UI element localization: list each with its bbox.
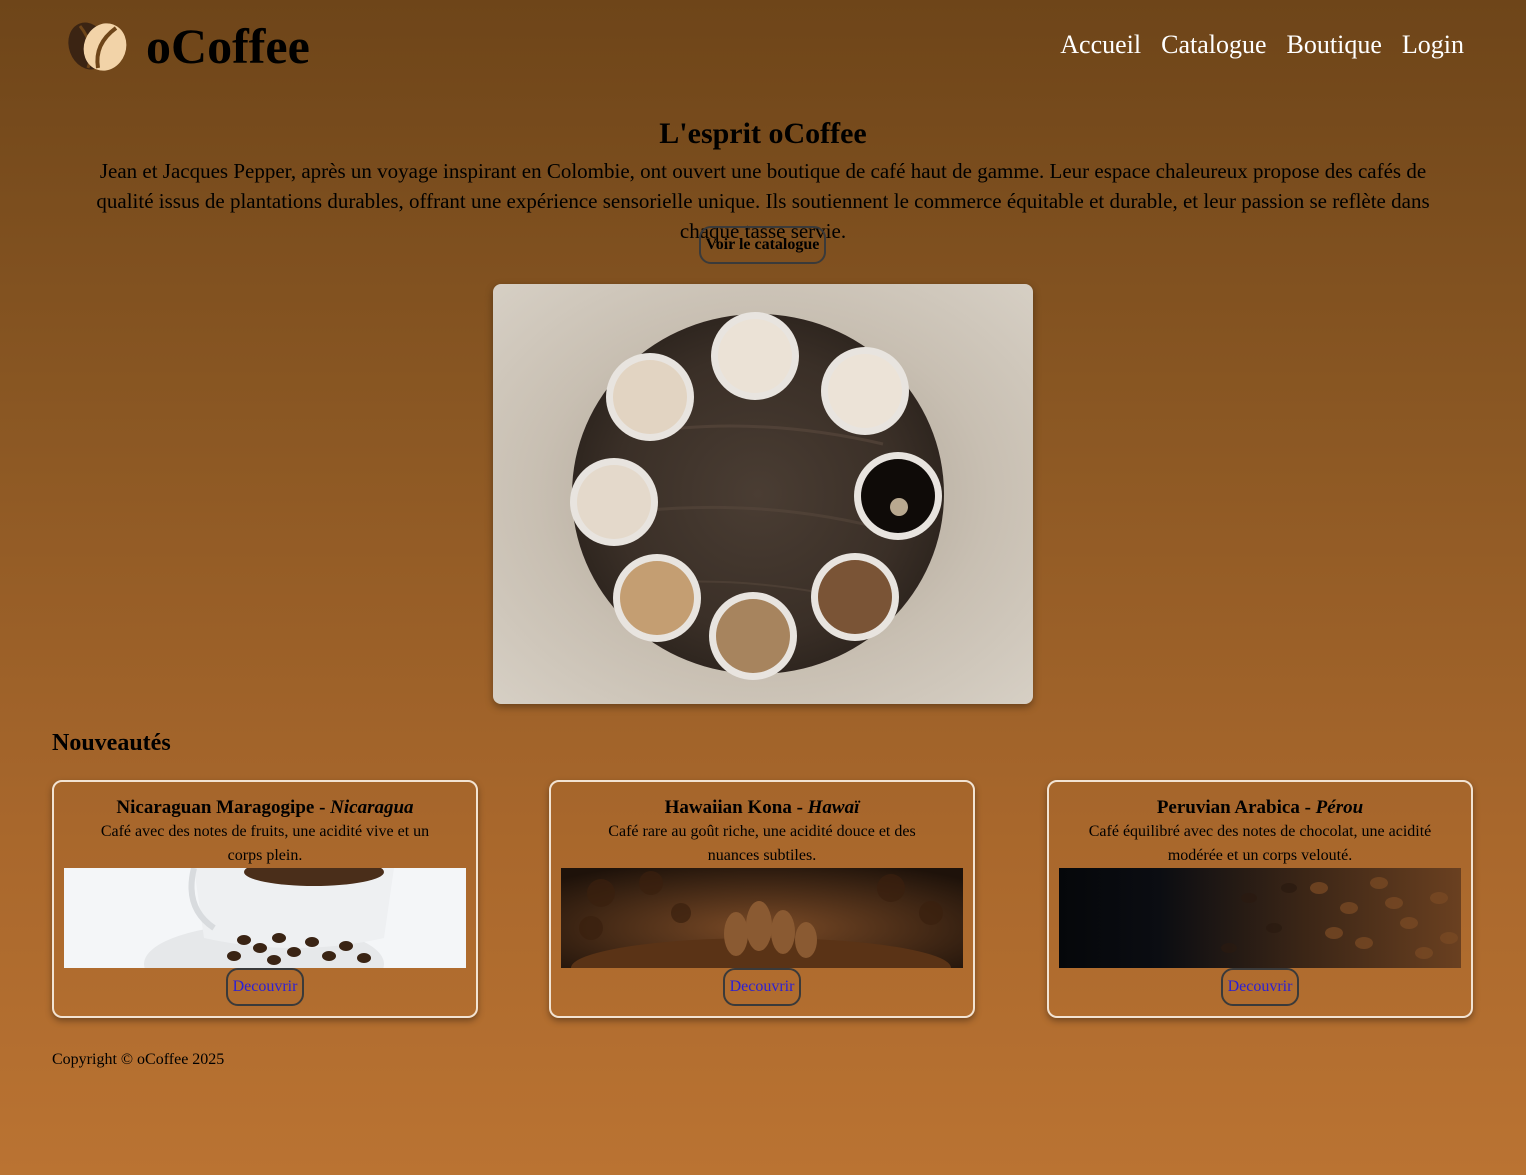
hero-image xyxy=(493,284,1033,704)
product-origin: Nicaragua xyxy=(330,797,414,818)
product-image xyxy=(64,868,466,968)
coffee-bean-icon[interactable] xyxy=(66,20,128,72)
product-title: Nicaraguan Maragogipe - Nicaragua xyxy=(54,796,476,820)
discover-button[interactable]: Decouvrir xyxy=(226,968,304,1006)
news-section-title: Nouveautés xyxy=(52,730,171,756)
coffee-cups-photo xyxy=(493,284,1033,704)
nav-boutique[interactable]: Boutique xyxy=(1287,28,1382,62)
product-image xyxy=(1059,868,1461,968)
nav-catalogue[interactable]: Catalogue xyxy=(1161,28,1266,62)
product-card-nicaraguan: Nicaraguan Maragogipe - Nicaragua Café a… xyxy=(52,780,478,1018)
product-card-hawaiian: Hawaiian Kona - Hawaï Café rare au goût … xyxy=(549,780,975,1018)
title-separator: - xyxy=(791,797,808,818)
product-name: Hawaiian Kona xyxy=(664,797,792,818)
intro-title: L'esprit oCoffee xyxy=(659,117,867,150)
product-name: Nicaraguan Maragogipe xyxy=(116,797,315,818)
product-description: Café avec des notes de fruits, une acidi… xyxy=(100,823,430,864)
nav-login[interactable]: Login xyxy=(1402,28,1464,62)
nav-accueil[interactable]: Accueil xyxy=(1060,28,1141,62)
title-separator: - xyxy=(314,797,331,818)
discover-button[interactable]: Decouvrir xyxy=(1221,968,1299,1006)
product-image xyxy=(561,868,963,968)
title-separator: - xyxy=(1299,797,1316,818)
product-title: Peruvian Arabica - Pérou xyxy=(1049,796,1471,820)
catalog-button[interactable]: Voir le catalogue xyxy=(699,226,826,264)
site-header: oCoffee Accueil Catalogue Boutique Login xyxy=(0,0,1526,92)
main-nav: Accueil Catalogue Boutique Login xyxy=(1060,28,1464,62)
product-description: Café équilibré avec des notes de chocola… xyxy=(1088,823,1432,864)
product-card-peruvian: Peruvian Arabica - Pérou Café équilibré … xyxy=(1047,780,1473,1018)
footer-copyright: Copyright © oCoffee 2025 xyxy=(52,1051,225,1068)
product-origin: Hawaï xyxy=(807,797,860,818)
product-title: Hawaiian Kona - Hawaï xyxy=(551,796,973,820)
discover-button[interactable]: Decouvrir xyxy=(723,968,801,1006)
product-name: Peruvian Arabica xyxy=(1156,797,1300,818)
brand-name[interactable]: oCoffee xyxy=(146,16,310,76)
product-origin: Pérou xyxy=(1315,797,1364,818)
product-description: Café rare au goût riche, une acidité dou… xyxy=(608,823,916,864)
